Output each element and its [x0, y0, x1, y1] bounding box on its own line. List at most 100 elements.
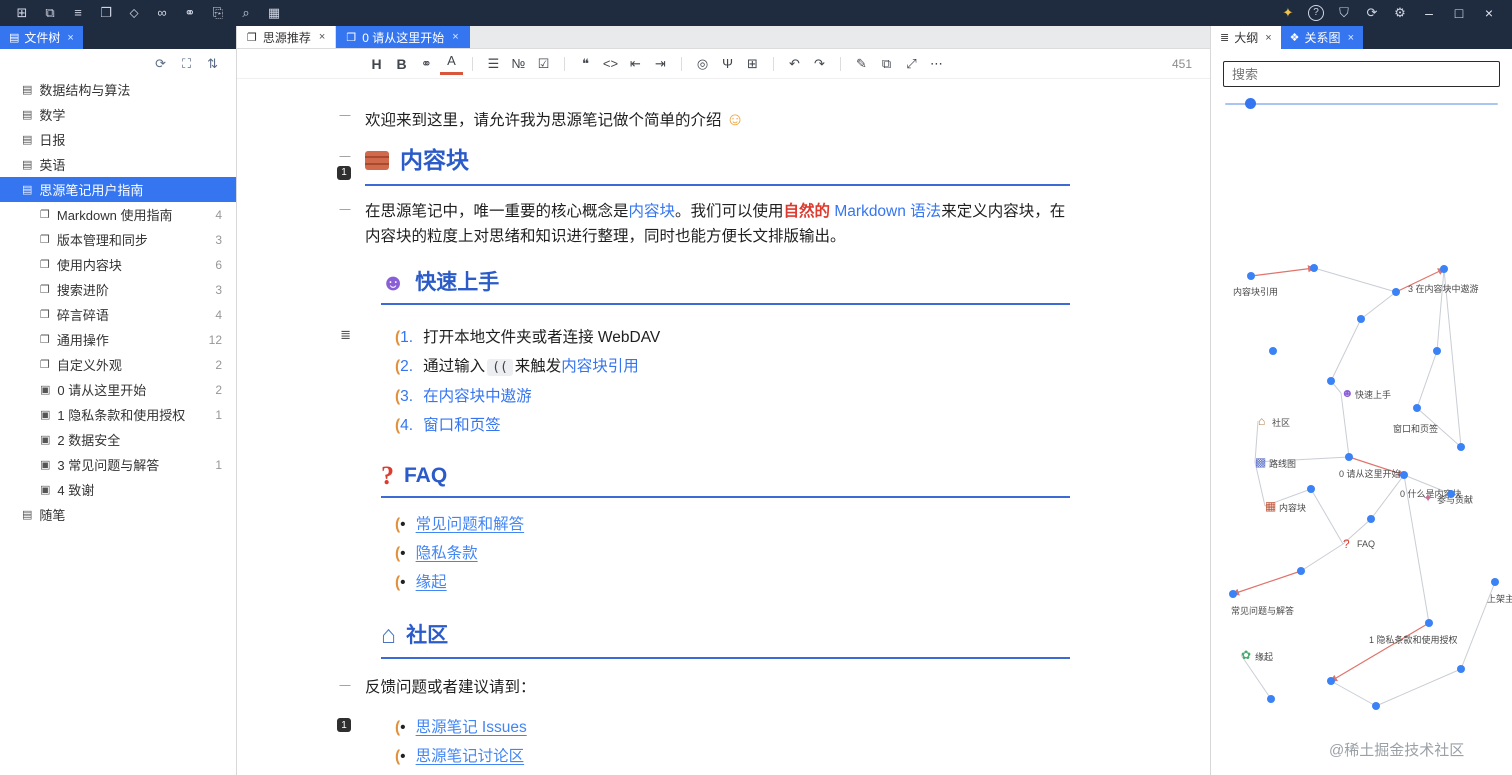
block-gutter-marker[interactable]: 一 [339, 204, 351, 216]
graph-node[interactable] [1392, 288, 1400, 296]
link-icon[interactable]: ⚭ [415, 50, 438, 78]
graph-zoom-slider[interactable] [1225, 97, 1498, 111]
focus-icon[interactable]: ⛶ [182, 56, 191, 72]
list-item[interactable]: (• 缘起 [365, 568, 1070, 597]
tree-item[interactable]: ▤ 英语 [0, 152, 236, 177]
block-gutter-marker[interactable]: 一 [339, 680, 351, 692]
panels-icon[interactable]: ⊞ [8, 0, 36, 26]
close-icon[interactable]: × [1474, 0, 1504, 26]
paragraph[interactable]: 反馈问题或者建议请到： [365, 675, 1070, 701]
close-icon[interactable]: × [1265, 32, 1271, 44]
graph-node-label[interactable]: 1 隐私条款和使用授权 [1369, 633, 1458, 646]
list-item[interactable]: (4. 窗口和页签 [365, 411, 1070, 440]
bookmark-icon[interactable]: ❐ [92, 0, 120, 26]
heading[interactable]: 内容块 [365, 146, 1070, 186]
graph-node[interactable] [1367, 515, 1375, 523]
indent-icon[interactable]: ⇥ [649, 50, 672, 78]
unordered-list-icon[interactable]: ☰ [482, 50, 505, 78]
minimize-icon[interactable]: – [1414, 0, 1444, 26]
list-item[interactable]: (1. 打开本地文件夹或者连接 WebDAV [365, 323, 1070, 352]
graph-node-icon[interactable]: ▩ [1255, 455, 1266, 469]
graph-node[interactable] [1413, 404, 1421, 412]
tree-item[interactable]: ❐ Markdown 使用指南 4 [0, 202, 236, 227]
tree-item[interactable]: ❐ 通用操作 12 [0, 327, 236, 352]
link[interactable]: 思源笔记 Issues [416, 713, 527, 742]
graph-canvas[interactable]: 内容块引用 3 在内容块中遨游 窗口和页签 ☻ 快速上手 ⌂ 社区 ▩ 路线图 0 请从这里开始 0… [1211, 49, 1512, 775]
graph-node-label[interactable]: 内容块引用 [1233, 285, 1278, 298]
bold-icon[interactable]: B [390, 50, 413, 78]
graph-node-label[interactable]: 缘起 [1255, 650, 1273, 663]
graph-node[interactable] [1247, 272, 1255, 280]
block-gutter-marker[interactable]: 一 [339, 151, 351, 163]
graph-node-label[interactable]: 快速上手 [1355, 388, 1391, 401]
link[interactable]: 隐私条款 [416, 539, 478, 568]
graph-node[interactable] [1400, 471, 1408, 479]
tab-graph[interactable]: ❖ 关系图 × [1280, 26, 1363, 49]
backlink-icon[interactable]: ∞ [148, 0, 176, 26]
outdent-icon[interactable]: ⇤ [624, 50, 647, 78]
list-item[interactable]: (• 隐私条款 [365, 539, 1070, 568]
graph-node[interactable] [1457, 443, 1465, 451]
sync-icon[interactable]: ⟳ [1358, 0, 1386, 26]
graph-node[interactable] [1440, 265, 1448, 273]
workspace-icon[interactable]: ⧉ [36, 0, 64, 26]
tree-item[interactable]: ▣ 2 数据安全 [0, 427, 236, 452]
graph-node[interactable] [1307, 485, 1315, 493]
graph-node[interactable] [1457, 665, 1465, 673]
paragraph[interactable]: 欢迎来到这里，请允许我为思源笔记做个简单的介绍 ☺ [365, 105, 1070, 135]
graph-node-icon[interactable]: ✿ [1241, 648, 1251, 662]
paragraph[interactable]: 在思源笔记中，唯一重要的核心概念是内容块。我们可以使用自然的 Markdown … [365, 199, 1070, 250]
refresh-icon[interactable]: ⟳ [155, 56, 166, 72]
graph-node-label[interactable]: 社区 [1272, 416, 1290, 429]
record-icon[interactable]: Ψ [716, 50, 739, 78]
tree-item[interactable]: ❐ 搜索进阶 3 [0, 277, 236, 302]
close-icon[interactable]: × [452, 31, 458, 43]
fullscreen-icon[interactable]: ⤢ [900, 50, 923, 78]
tree-item[interactable]: ❐ 使用内容块 6 [0, 252, 236, 277]
graph-node[interactable] [1357, 315, 1365, 323]
graph-node[interactable] [1425, 619, 1433, 627]
inline-code-icon[interactable]: <> [599, 50, 622, 78]
tree-item[interactable]: ▤ 日报 [0, 127, 236, 152]
tree-item[interactable]: ▣ 1 隐私条款和使用授权 1 [0, 402, 236, 427]
preview-icon[interactable]: ◎ [691, 50, 714, 78]
tab-doc-recommend[interactable]: ❐ 思源推荐 × [237, 26, 337, 48]
copy-icon[interactable]: ⎘ [204, 0, 232, 26]
tree-item[interactable]: ❐ 碎言碎语 4 [0, 302, 236, 327]
graph-node-label[interactable]: 参与贡献 [1437, 493, 1473, 506]
tree-item[interactable]: ▤ 随笔 [0, 502, 236, 527]
graph-node[interactable] [1345, 453, 1353, 461]
list-item[interactable]: (2. 通过输入((来触发内容块引用 [365, 352, 1070, 382]
edit-icon[interactable]: ✎ [850, 50, 873, 78]
graph-node-label[interactable]: 常见问题与解答 [1231, 604, 1294, 617]
block-ref[interactable]: 在内容块中遨游 [423, 382, 532, 411]
graph-node-label[interactable]: 内容块 [1279, 501, 1306, 514]
list-item[interactable]: (• 思源笔记客服邮箱 [365, 771, 1070, 775]
tree-item[interactable]: ▤ 数据结构与算法 [0, 77, 236, 102]
sort-icon[interactable]: ⇅ [207, 56, 218, 72]
graph-node-label[interactable]: 3 在内容块中遨游 [1408, 282, 1479, 295]
graph-node[interactable] [1310, 264, 1318, 272]
tree-item[interactable]: ▤ 思源笔记用户指南 [0, 177, 236, 202]
graph-node[interactable] [1327, 677, 1335, 685]
editor-content[interactable]: 一 欢迎来到这里，请允许我为思源笔记做个简单的介绍 ☺ 一 1 内容块 一 在思… [237, 79, 1210, 775]
graph-node-icon[interactable]: ⌂ [1258, 414, 1265, 428]
graph-node[interactable] [1297, 567, 1305, 575]
graph-node-label[interactable]: 窗口和页签 [1393, 422, 1438, 435]
bullet-list[interactable]: (• 常见问题和解答 (• 隐私条款 (• 缘起 [365, 510, 1070, 597]
graph-node-label[interactable]: FAQ [1357, 539, 1375, 549]
list-item[interactable]: (• 常见问题和解答 [365, 510, 1070, 539]
tab-outline[interactable]: ≣ 大纲 × [1211, 26, 1281, 49]
outline-icon[interactable]: ≡ [64, 0, 92, 26]
help-icon[interactable]: ? [1308, 5, 1324, 21]
slider-thumb[interactable] [1245, 98, 1256, 109]
ordered-list-icon[interactable]: № [507, 50, 530, 78]
heading[interactable]: ☻ 快速上手 [381, 269, 1070, 305]
settings-icon[interactable]: ⚙ [1386, 0, 1414, 26]
graph-node-label[interactable]: 上架主题 [1487, 592, 1512, 605]
heading[interactable]: ? FAQ [381, 462, 1070, 499]
graph-node[interactable] [1433, 347, 1441, 355]
graph-node-label[interactable]: 路线图 [1269, 457, 1296, 470]
open-window-icon[interactable]: ⧉ [875, 50, 898, 78]
list-item[interactable]: (3. 在内容块中遨游 [365, 382, 1070, 411]
